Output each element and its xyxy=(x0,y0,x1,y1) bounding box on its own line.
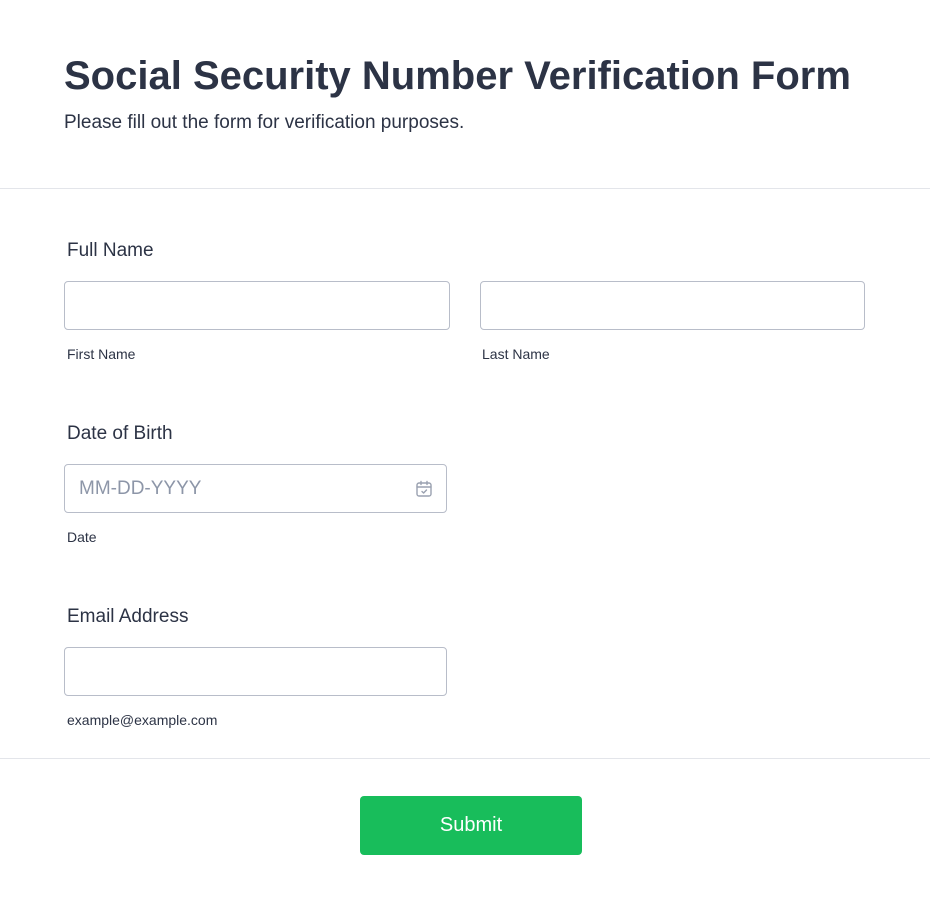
footer-divider xyxy=(0,758,930,759)
calendar-icon[interactable] xyxy=(415,480,433,498)
last-name-input[interactable] xyxy=(481,282,864,329)
first-name-field[interactable] xyxy=(64,281,450,330)
header-divider xyxy=(0,188,930,189)
date-of-birth-input[interactable] xyxy=(65,465,446,512)
form-page: Social Security Number Verification Form… xyxy=(0,0,930,905)
page-subtitle: Please fill out the form for verificatio… xyxy=(64,112,465,133)
email-input[interactable] xyxy=(65,648,446,695)
page-title: Social Security Number Verification Form xyxy=(64,54,851,98)
date-of-birth-field[interactable] xyxy=(64,464,447,513)
email-sublabel: example@example.com xyxy=(67,712,218,728)
form-header: Social Security Number Verification Form… xyxy=(0,0,930,188)
last-name-field[interactable] xyxy=(480,281,865,330)
first-name-input[interactable] xyxy=(65,282,449,329)
email-field[interactable] xyxy=(64,647,447,696)
submit-button[interactable]: Submit xyxy=(360,796,582,855)
date-of-birth-label: Date of Birth xyxy=(67,423,173,444)
full-name-label: Full Name xyxy=(67,240,154,261)
email-label: Email Address xyxy=(67,606,189,627)
first-name-sublabel: First Name xyxy=(67,346,136,362)
date-sublabel: Date xyxy=(67,529,97,545)
last-name-sublabel: Last Name xyxy=(482,346,550,362)
